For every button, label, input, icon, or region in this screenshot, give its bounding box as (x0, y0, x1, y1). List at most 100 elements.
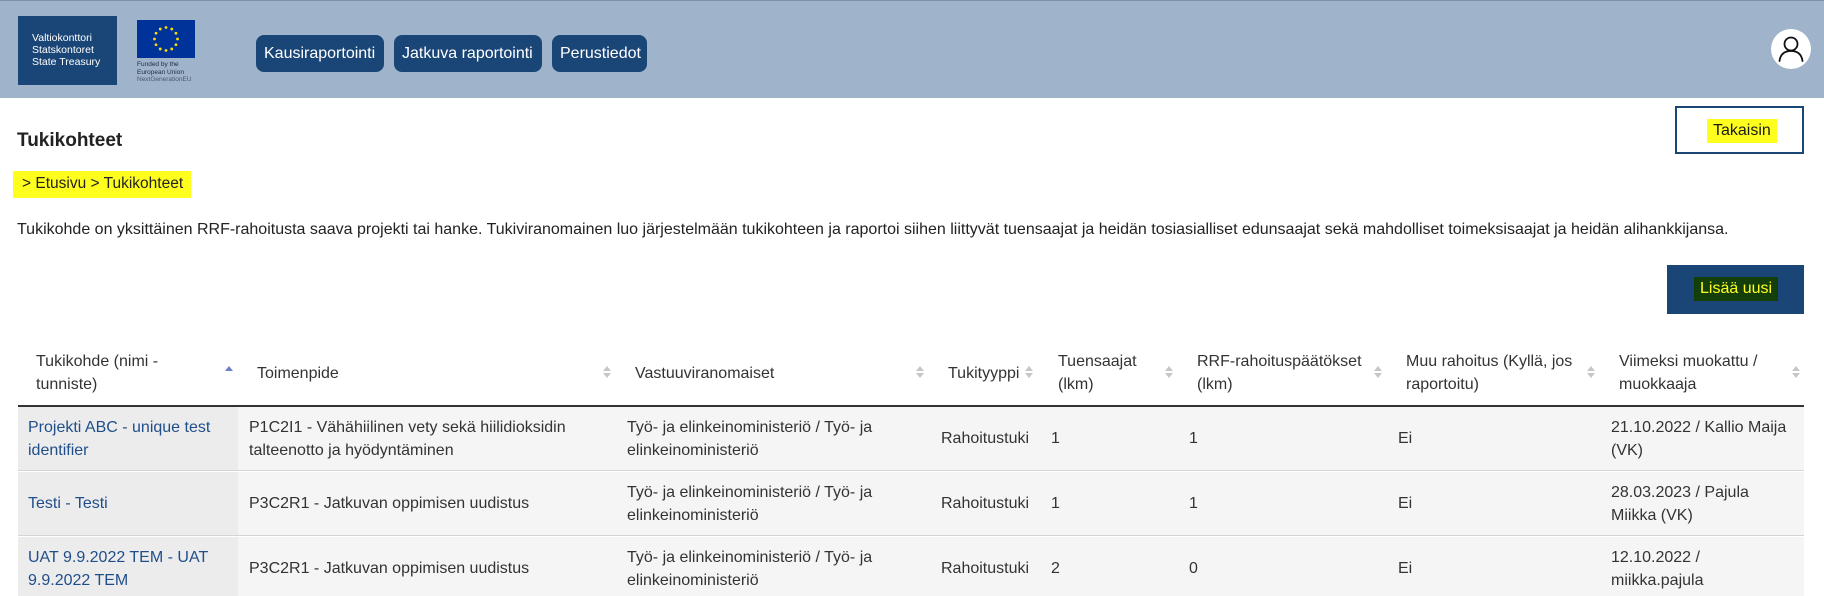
nav-perustiedot-button[interactable]: Perustiedot (552, 35, 647, 72)
state-treasury-logo[interactable]: Valtiokonttori Statskontoret State Treas… (18, 16, 117, 85)
row-toimenpide-cell: P3C2R1 - Jatkuvan oppimisen uudistus (249, 472, 619, 535)
cell-text: miikka.pajula (1611, 571, 1704, 589)
column-header-rrf-rahoituspaatokset[interactable]: RRF-rahoituspäätökset (lkm) (1197, 341, 1397, 405)
cell-text: 12.10.2022 / (1611, 548, 1700, 566)
sort-ascending-icon[interactable] (225, 363, 233, 383)
sort-icon[interactable] (1165, 363, 1173, 383)
sort-icon[interactable] (1587, 363, 1595, 383)
page-title: Tukikohteet (17, 130, 123, 151)
breadcrumb-home-link[interactable]: Etusivu (35, 175, 86, 192)
add-new-button[interactable]: Lisää uusi (1667, 265, 1804, 314)
row-muu-rahoitus-cell: Ei (1398, 472, 1588, 535)
row-modified-cell: 28.03.2023 / Pajula Miikka (VK) (1611, 472, 1801, 535)
cell-text: Testi - Testi (28, 495, 108, 512)
row-rrf-cell: 0 (1189, 537, 1379, 596)
row-toimenpide-cell: P3C2R1 - Jatkuvan oppimisen uudistus (249, 537, 619, 596)
breadcrumb-prefix: > (22, 175, 36, 192)
cell-text: Ei (1398, 430, 1413, 447)
cell-text: talteenotto ja hyödyntäminen (249, 441, 454, 459)
cell-text: Ei (1398, 495, 1413, 512)
row-vastuuviranomaiset-cell: Työ- ja elinkeinoministeriö / Työ- ja eli… (627, 407, 917, 470)
cell-text: Rahoitustuki (941, 430, 1030, 447)
user-menu-button[interactable] (1771, 29, 1811, 69)
cell-text: 1 (1051, 430, 1060, 447)
cell-text: Rahoitustuki (941, 560, 1030, 577)
row-name-link[interactable]: UAT 9.9.2022 TEM - UAT 9.9.2022 TEM (28, 537, 233, 596)
column-header-label: (lkm) (1058, 376, 1094, 393)
row-name-link[interactable]: Testi - Testi (28, 472, 233, 535)
column-header-label: Toimenpide (257, 364, 339, 382)
column-header-label: Tuensaajat (1058, 353, 1137, 370)
table-row[interactable]: Testi - Testi P3C2R1 - Jatkuvan oppimise… (18, 472, 1804, 536)
row-name-link[interactable]: Projekti ABC - unique test identifier (28, 407, 233, 470)
cell-text: 1 (1051, 495, 1060, 512)
eu-caption-line-1: Funded by the (137, 61, 179, 68)
eu-flag-icon (137, 20, 195, 58)
cell-text: UAT 9.9.2022 TEM - UAT (28, 548, 209, 566)
treasury-logo-line-1: Valtiokonttori (32, 32, 92, 44)
cell-text: 28.03.2023 / Pajula (1611, 483, 1749, 501)
table-header: Tukikohde (nimi - tunniste) Toimenpide Va… (18, 341, 1804, 407)
back-button[interactable]: Takaisin (1675, 106, 1804, 154)
sort-icon[interactable] (916, 363, 924, 383)
cell-text: elinkeinoministeriö (627, 441, 759, 459)
column-header-label: raportoitu) (1406, 376, 1479, 393)
cell-text: 1 (1189, 430, 1198, 447)
column-header-label: muokkaaja (1619, 376, 1697, 393)
column-header-toimenpide[interactable]: Toimenpide (257, 341, 597, 405)
nav-kausiraportointi-button[interactable]: Kausiraportointi (256, 35, 384, 72)
cell-text: Työ- ja elinkeinoministeriö / Työ- ja (627, 548, 873, 566)
row-tuensaajat-cell: 1 (1051, 407, 1171, 470)
user-icon (1778, 36, 1804, 62)
cell-text: Työ- ja elinkeinoministeriö / Työ- ja (627, 483, 873, 501)
cell-text: Ei (1398, 560, 1413, 577)
sort-icon[interactable] (1374, 363, 1382, 383)
column-header-label: RRF-rahoituspäätökset (1197, 353, 1362, 370)
app-header: Valtiokonttori Statskontoret State Treas… (0, 0, 1824, 98)
nav-jatkuva-raportointi-button[interactable]: Jatkuva raportointi (394, 35, 542, 72)
column-header-muu-rahoitus[interactable]: Muu rahoitus (Kyllä, jos raportoitu) (1406, 341, 1606, 405)
column-header-label: Tukityyppi (948, 364, 1020, 382)
breadcrumb-current: Tukikohteet (103, 175, 184, 192)
column-header-tuensaajat[interactable]: Tuensaajat (lkm) (1058, 341, 1178, 405)
cell-text: elinkeinoministeriö (627, 506, 759, 524)
column-header-tukikohde[interactable]: Tukikohde (nimi - tunniste) (36, 341, 232, 405)
column-header-label: Tukikohde (nimi - (36, 353, 159, 370)
treasury-logo-line-2: Statskontoret (32, 44, 94, 56)
eu-caption-line-3: NextGenerationEU (137, 76, 192, 83)
row-muu-rahoitus-cell: Ei (1398, 407, 1588, 470)
sort-icon[interactable] (1025, 363, 1033, 383)
cell-text: 2 (1051, 560, 1060, 577)
row-tukityyppi-cell: Rahoitustuki (941, 407, 1051, 470)
treasury-logo-line-3: State Treasury (32, 56, 101, 68)
row-rrf-cell: 1 (1189, 407, 1379, 470)
cell-text: identifier (28, 441, 89, 459)
column-header-viimeksi-muokattu[interactable]: Viimeksi muokattu / muokkaaja (1619, 341, 1789, 405)
back-button-label: Takaisin (1707, 119, 1777, 143)
breadcrumb-separator: > (86, 175, 104, 192)
cell-text: P3C2R1 - Jatkuvan oppimisen uudistus (249, 495, 530, 512)
eu-caption-line-2: European Union (137, 68, 184, 76)
row-toimenpide-cell: P1C2I1 - Vähähiilinen vety sekä hiilidio… (249, 407, 619, 470)
cell-text: 9.9.2022 TEM (28, 571, 129, 589)
row-rrf-cell: 1 (1189, 472, 1379, 535)
intro-text: Tukikohde on yksittäinen RRF-rahoitusta … (17, 221, 1729, 238)
column-header-label: Muu rahoitus (Kyllä, jos (1406, 353, 1573, 370)
cell-text: P1C2I1 - Vähähiilinen vety sekä hiilidio… (249, 418, 566, 436)
cell-text: Rahoitustuki (941, 495, 1030, 512)
row-muu-rahoitus-cell: Ei (1398, 537, 1588, 596)
row-modified-cell: 12.10.2022 / miikka.pajula (1611, 537, 1801, 596)
breadcrumb: > Etusivu > Tukikohteet (13, 171, 192, 198)
cell-text: Projekti ABC - unique test (28, 418, 211, 436)
column-header-vastuuviranomaiset[interactable]: Vastuuviranomaiset (635, 341, 925, 405)
table-row[interactable]: Projekti ABC - unique test identifier P1C… (18, 407, 1804, 471)
cell-text: Työ- ja elinkeinoministeriö / Työ- ja (627, 418, 873, 436)
cell-text: Miikka (VK) (1611, 506, 1693, 524)
cell-text: 0 (1189, 560, 1198, 577)
sort-icon[interactable] (1792, 363, 1800, 383)
row-tukityyppi-cell: Rahoitustuki (941, 472, 1051, 535)
row-vastuuviranomaiset-cell: Työ- ja elinkeinoministeriö / Työ- ja eli… (627, 537, 917, 596)
table-row[interactable]: UAT 9.9.2022 TEM - UAT 9.9.2022 TEM P3C2R… (18, 537, 1804, 596)
sort-icon[interactable] (603, 363, 611, 383)
column-header-label: tunniste) (36, 376, 98, 393)
